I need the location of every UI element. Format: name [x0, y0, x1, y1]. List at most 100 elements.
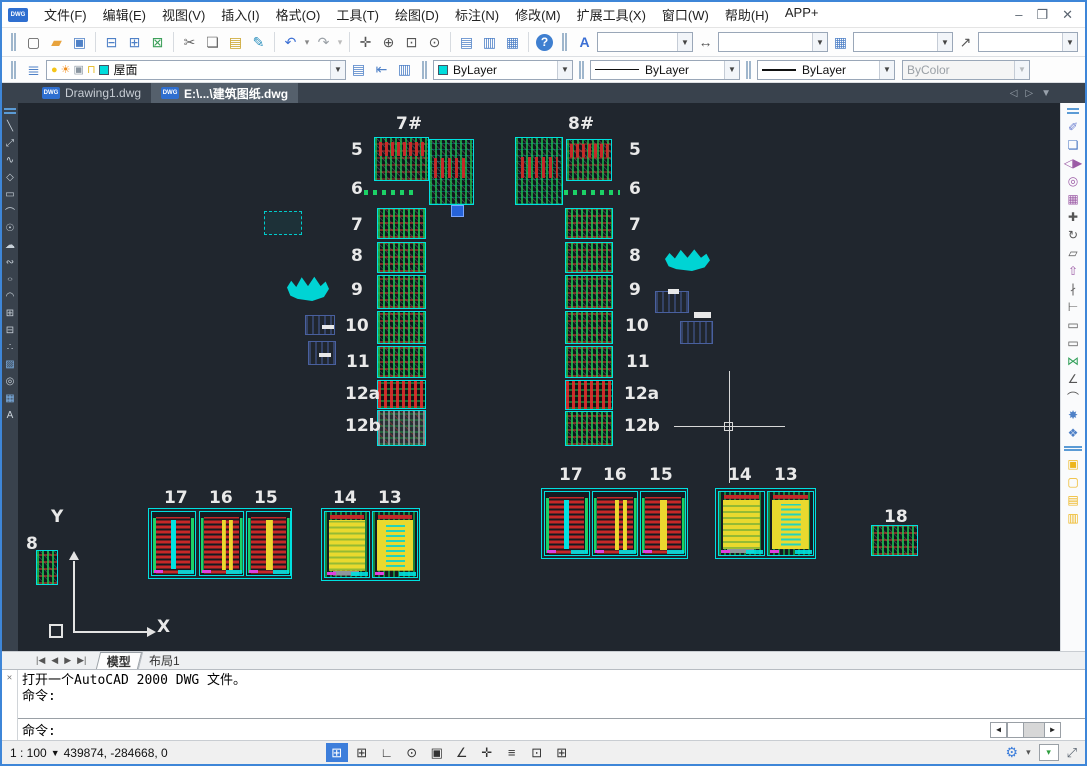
menu-item[interactable]: 编辑(E) [95, 3, 154, 26]
break-icon[interactable]: ▭ [1063, 334, 1084, 352]
menu-item[interactable]: 工具(T) [328, 3, 387, 26]
cut-icon[interactable]: ✂ [178, 31, 201, 53]
lineweight-combo[interactable]: ByLayer ▼ [757, 60, 895, 80]
toolbar-grip[interactable] [1067, 108, 1079, 114]
menu-item[interactable]: APP+ [777, 3, 827, 26]
menu-item[interactable]: 帮助(H) [717, 3, 777, 26]
properties-palette-icon[interactable]: ▤ [455, 31, 478, 53]
object-snap-tracking-icon[interactable]: ∠ [451, 743, 473, 762]
menu-item[interactable]: 视图(V) [154, 3, 213, 26]
layout-nav-icon[interactable]: |◀ [36, 655, 45, 666]
scale-value[interactable]: 1 : 100 [10, 746, 47, 760]
close-command-icon[interactable]: ✕ [7, 673, 12, 683]
tool-palettes-icon[interactable]: ▦ [501, 31, 524, 53]
print-preview-icon[interactable]: ⊞ [123, 31, 146, 53]
rectangle-icon[interactable]: ▭ [3, 186, 18, 203]
region-icon[interactable]: ◎ [3, 373, 18, 390]
scroll-track[interactable] [1024, 722, 1044, 738]
linetype-combo[interactable]: ByLayer ▼ [590, 60, 740, 80]
gear-icon[interactable]: ⚙ [1006, 744, 1019, 761]
menu-item[interactable]: 窗口(W) [654, 3, 717, 26]
construction-line-icon[interactable]: ⤢ [3, 135, 18, 152]
tab-prev-icon[interactable]: ◁ [1010, 88, 1018, 99]
close-button[interactable]: ✕ [1062, 7, 1073, 23]
zoom-window-icon[interactable]: ⊡ [400, 31, 423, 53]
file-tab[interactable]: DWGDrawing1.dwg [32, 83, 151, 103]
rotate-icon[interactable]: ↻ [1063, 226, 1084, 244]
move-icon[interactable]: ✚ [1063, 208, 1084, 226]
menu-item[interactable]: 文件(F) [36, 3, 95, 26]
scale-dropdown-icon[interactable]: ▼ [51, 748, 60, 758]
mirror-icon[interactable]: ◁▶ [1063, 154, 1084, 172]
drawing-canvas[interactable]: 7#8#56789101112a12b56789101112a12b171615… [18, 103, 1060, 651]
new-file-icon[interactable]: ▢ [22, 31, 45, 53]
dynamic-input-icon[interactable]: ✛ [476, 743, 498, 762]
toolbar-grip[interactable] [579, 61, 584, 79]
circle-icon[interactable]: ☉ [3, 220, 18, 237]
chevron-down-icon[interactable]: ▼ [812, 33, 827, 51]
chevron-down-icon[interactable]: ▼ [677, 33, 692, 51]
scale-icon[interactable]: ▱ [1063, 244, 1084, 262]
revision-cloud-icon[interactable]: ☁ [3, 237, 18, 254]
table-style-combo[interactable]: ▼ [853, 32, 953, 52]
toolbar-grip[interactable] [746, 61, 751, 79]
tab-list-icon[interactable]: ▼ [1041, 88, 1051, 99]
selection-cycling-icon[interactable]: ⊞ [551, 743, 573, 762]
line-icon[interactable]: ╲ [3, 118, 18, 135]
minimize-button[interactable]: – [1015, 7, 1022, 23]
tab-next-icon[interactable]: ▷ [1025, 88, 1033, 99]
layout-nav-icon[interactable]: ◀ [51, 655, 58, 666]
menu-item[interactable]: 标注(N) [447, 3, 507, 26]
insert-block-icon[interactable]: ⊞ [3, 305, 18, 322]
layout-nav-icon[interactable]: ▶| [77, 655, 86, 666]
multiline-text-icon[interactable]: A [3, 407, 18, 424]
copy-icon[interactable]: ❏ [1063, 136, 1084, 154]
ortho-icon[interactable]: ∟ [376, 743, 398, 762]
explode-icon[interactable]: ✸ [1063, 406, 1084, 424]
join-icon[interactable]: ⋈ [1063, 352, 1084, 370]
dimension-style-combo[interactable]: ▼ [718, 32, 828, 52]
publish-icon[interactable]: ⊠ [146, 31, 169, 53]
erase-icon[interactable]: ✐ [1063, 118, 1084, 136]
scroll-thumb[interactable] [1007, 722, 1024, 738]
explode-attributes-icon[interactable]: ❖ [1063, 424, 1084, 442]
dimension-style-icon[interactable]: ↔ [694, 31, 717, 53]
toolbar-grip[interactable] [422, 61, 427, 79]
layer-properties-manager-icon[interactable]: ≣ [22, 59, 45, 81]
text-style-combo[interactable]: ▼ [597, 32, 693, 52]
polygon-icon[interactable]: ◇ [3, 169, 18, 186]
chamfer-icon[interactable]: ∠ [1063, 370, 1084, 388]
menu-item[interactable]: 扩展工具(X) [569, 3, 654, 26]
bring-above-objects-icon[interactable]: ▤ [1063, 491, 1084, 509]
menu-item[interactable]: 绘图(D) [387, 3, 447, 26]
table-style-icon[interactable]: ▦ [829, 31, 852, 53]
chevron-down-icon[interactable]: ▼ [330, 61, 345, 79]
help-icon[interactable]: ? [536, 34, 553, 51]
quick-properties-icon[interactable]: ⊡ [526, 743, 548, 762]
lineweight-display-icon[interactable]: ≡ [501, 743, 523, 762]
text-style-icon[interactable]: A [573, 31, 596, 53]
send-under-objects-icon[interactable]: ▥ [1063, 509, 1084, 527]
redo-dropdown-icon[interactable]: ▾ [335, 31, 345, 53]
paste-icon[interactable]: ▤ [224, 31, 247, 53]
layer-previous-icon[interactable]: ⇤ [370, 59, 393, 81]
make-block-icon[interactable]: ⊟ [3, 322, 18, 339]
bring-to-front-icon[interactable]: ▣ [1063, 455, 1084, 473]
chevron-down-icon[interactable]: ▼ [937, 33, 952, 51]
layer-vp-freeze-icon[interactable]: ▣ [74, 63, 84, 76]
spline-icon[interactable]: ∾ [3, 254, 18, 271]
layout-nav-icon[interactable]: ▶ [64, 655, 71, 666]
gear-dropdown-icon[interactable]: ▾ [1026, 747, 1031, 758]
break-at-point-icon[interactable]: ▭ [1063, 316, 1084, 334]
menu-item[interactable]: 格式(O) [268, 3, 329, 26]
workspace-switch-icon[interactable]: ▾ [1039, 744, 1059, 761]
object-snap-icon[interactable]: ▣ [426, 743, 448, 762]
toolbar-grip[interactable] [11, 61, 16, 79]
print-icon[interactable]: ⊟ [100, 31, 123, 53]
ellipse-arc-icon[interactable]: ◠ [3, 288, 18, 305]
layer-combo[interactable]: ● ☀ ▣ ⊓ 屋面 ▼ [46, 60, 346, 80]
chevron-down-icon[interactable]: ▼ [879, 61, 894, 79]
polyline-icon[interactable]: ∿ [3, 152, 18, 169]
menu-item[interactable]: 插入(I) [213, 3, 267, 26]
extend-icon[interactable]: ⊢ [1063, 298, 1084, 316]
